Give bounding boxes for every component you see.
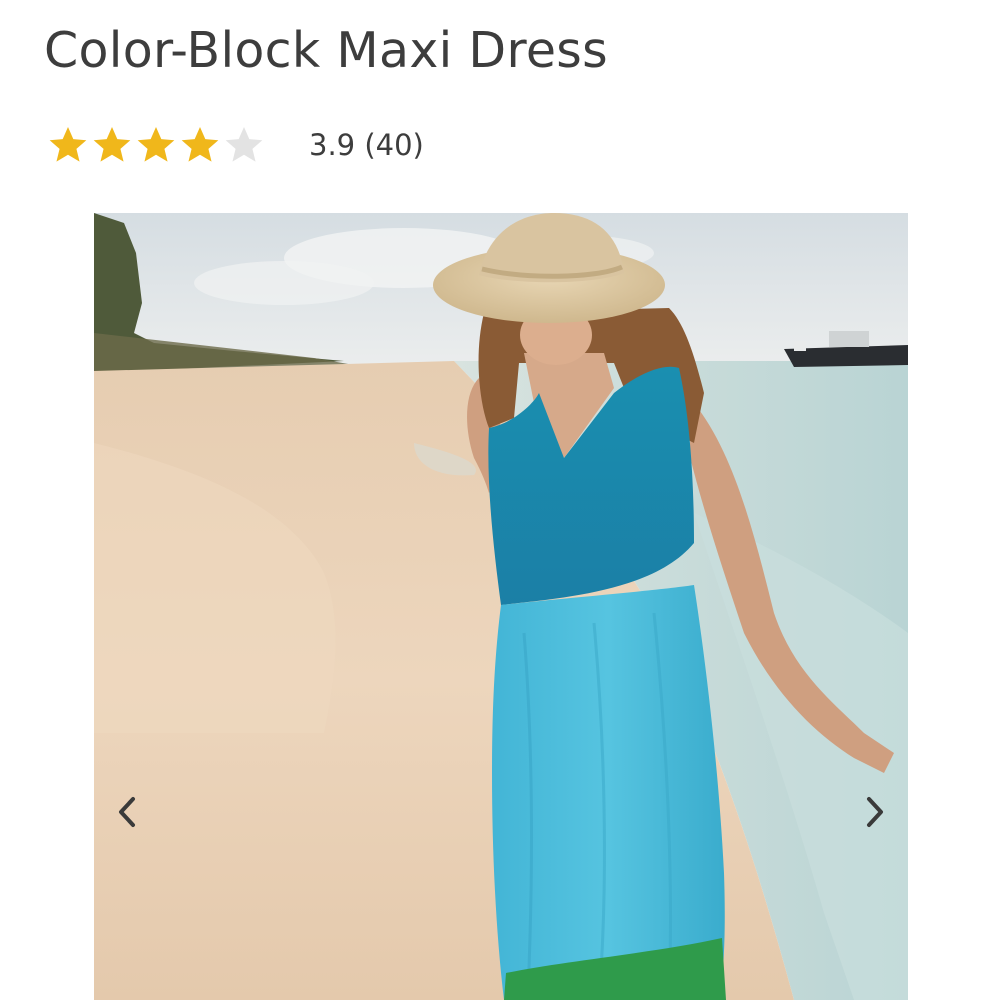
gallery-prev-button[interactable]	[103, 788, 151, 836]
chevron-right-icon	[867, 797, 883, 827]
star-icon	[49, 127, 87, 162]
star-icon	[93, 127, 131, 162]
product-title: Color-Block Maxi Dress	[44, 22, 608, 79]
star-icon	[225, 127, 263, 162]
star-icon	[181, 127, 219, 162]
star-rating	[46, 123, 266, 167]
chevron-left-icon	[119, 797, 135, 827]
product-page: Color-Block Maxi Dress 3.9 (40)	[0, 0, 1000, 1000]
rating-summary[interactable]: 3.9 (40)	[46, 121, 424, 169]
rating-value-count: 3.9 (40)	[309, 128, 424, 162]
gallery-next-button[interactable]	[851, 788, 899, 836]
product-image-gallery[interactable]	[94, 213, 908, 1000]
star-icon	[137, 127, 175, 162]
product-photo	[94, 213, 908, 1000]
